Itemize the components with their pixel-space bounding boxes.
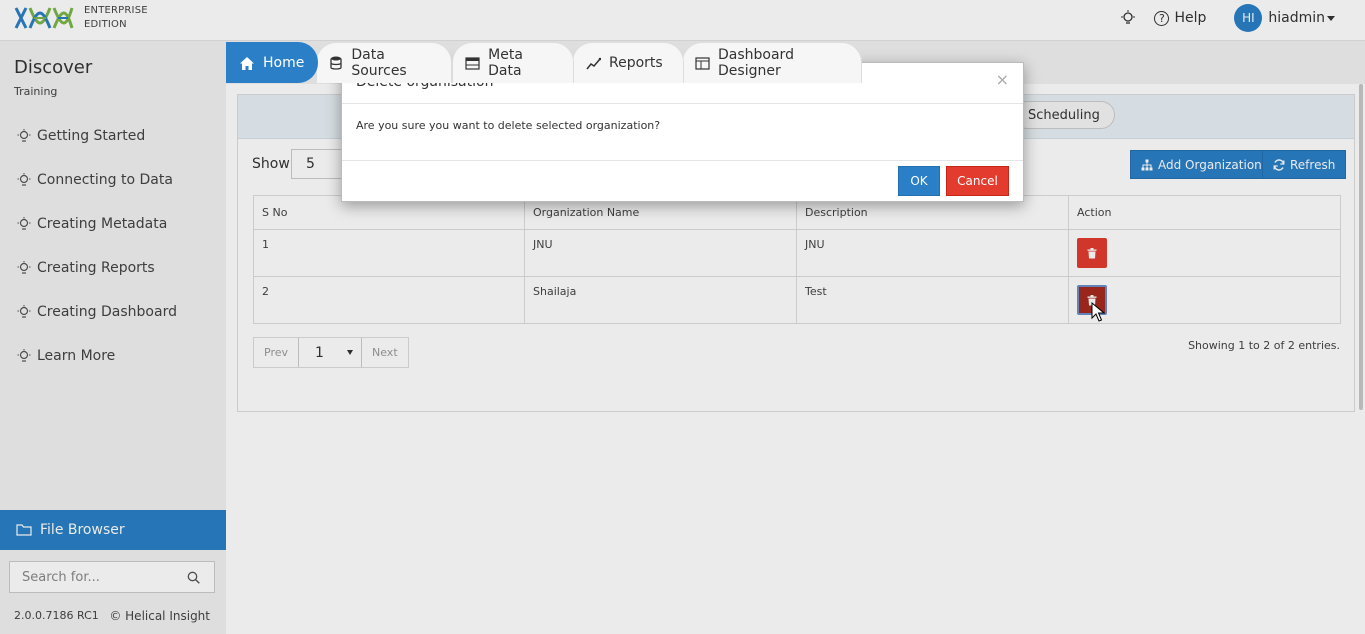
tab-label: Reports — [609, 55, 663, 71]
tab-home[interactable]: Home — [226, 42, 318, 83]
tab-dashboard-designer[interactable]: Dashboard Designer — [682, 42, 862, 83]
home-icon — [239, 55, 255, 71]
tab-label: Dashboard Designer — [718, 47, 794, 79]
mouse-cursor-icon — [1091, 302, 1105, 322]
tab-data-sources[interactable]: Data Sources — [316, 42, 452, 83]
dialog-footer: OK Cancel — [342, 161, 1023, 201]
ok-button[interactable]: OK — [898, 166, 940, 196]
database-icon — [329, 55, 343, 71]
tab-label: Meta Data — [488, 47, 523, 79]
tab-reports[interactable]: Reports — [572, 42, 684, 83]
delete-organisation-dialog: Delete organisation × Are you sure you w… — [341, 62, 1024, 202]
close-icon[interactable]: × — [996, 70, 1009, 89]
tab-label: Data Sources — [351, 47, 407, 79]
cancel-button[interactable]: Cancel — [946, 166, 1009, 196]
dialog-message: Are you sure you want to delete selected… — [342, 104, 1023, 161]
chart-icon — [585, 55, 601, 71]
tab-label: Home — [263, 55, 305, 71]
dashboard-icon — [695, 55, 710, 71]
table-icon — [465, 55, 480, 71]
tab-meta-data[interactable]: Meta Data — [452, 42, 574, 83]
